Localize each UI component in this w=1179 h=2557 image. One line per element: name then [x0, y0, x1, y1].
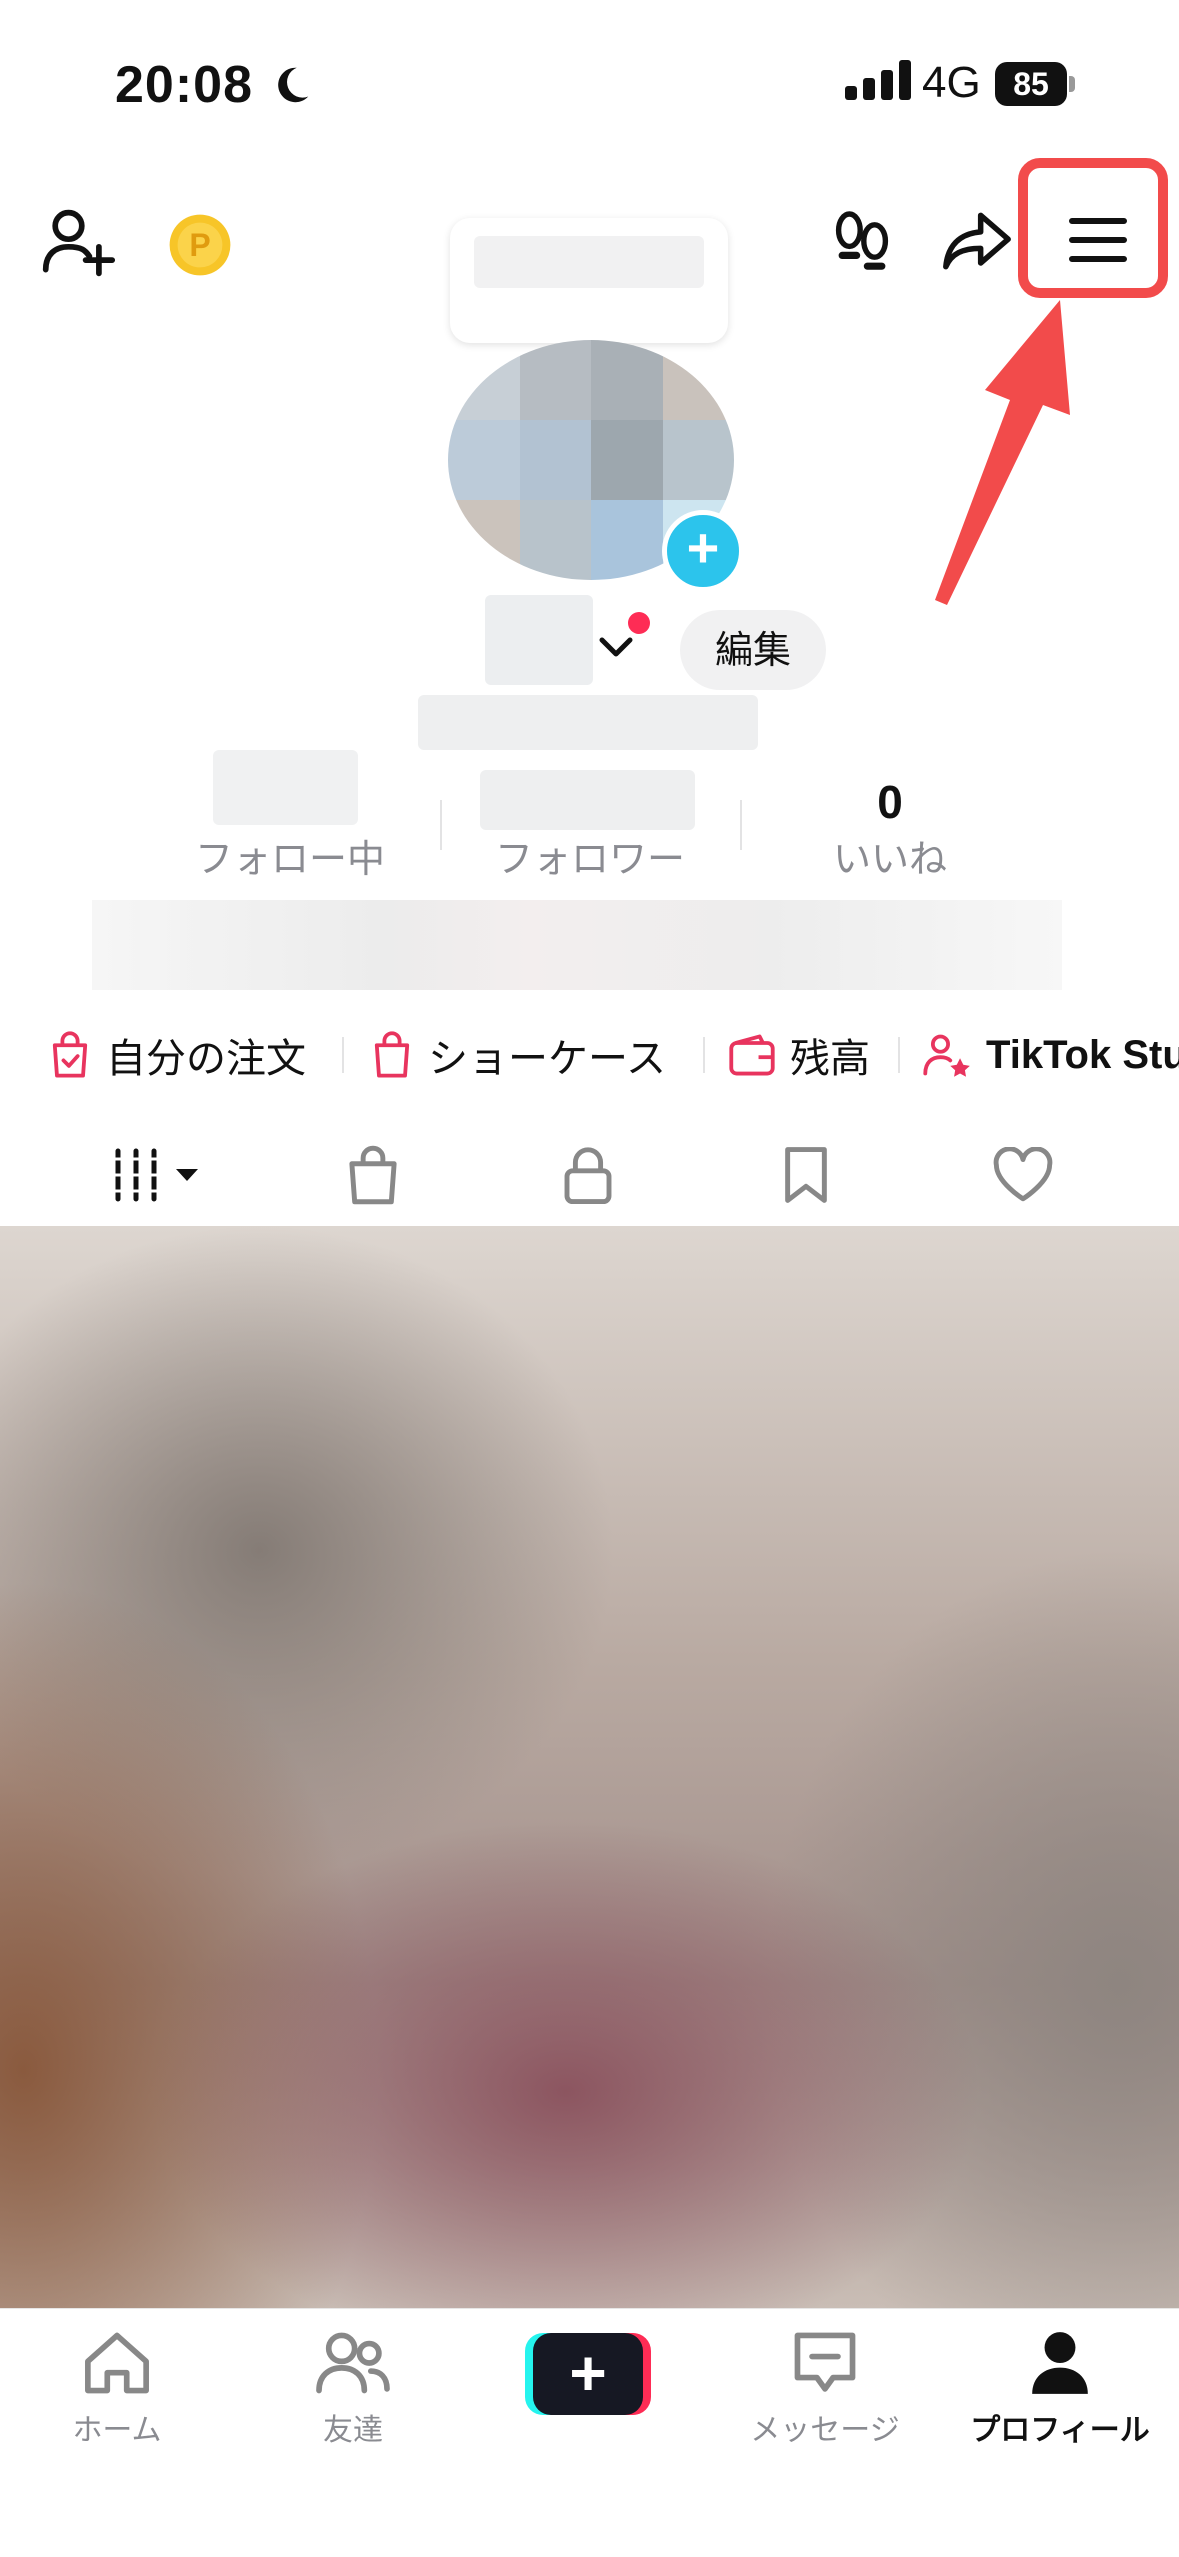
- coin-icon[interactable]: P: [168, 213, 232, 277]
- heart-icon: [993, 1147, 1053, 1202]
- video-thumbnail[interactable]: [0, 1226, 1179, 2308]
- account-switcher[interactable]: [450, 218, 728, 343]
- nav-label: プロフィール: [970, 2413, 1150, 2448]
- share-icon[interactable]: [940, 208, 1014, 274]
- shortcut-tiktok-studio[interactable]: TikTok Stu: [922, 1025, 1179, 1085]
- followers-count: [480, 770, 695, 830]
- lock-icon: [564, 1147, 612, 1205]
- create-button[interactable]: +: [525, 2333, 651, 2415]
- following-count: [213, 750, 358, 825]
- add-friend-icon[interactable]: [40, 205, 116, 281]
- footprints-icon[interactable]: [826, 205, 898, 277]
- svg-text:P: P: [189, 227, 210, 263]
- shortcut-label: 自分の注文: [106, 1036, 306, 1082]
- hamburger-menu-icon[interactable]: [1068, 215, 1128, 265]
- battery-level: 85: [995, 62, 1067, 106]
- nav-home[interactable]: ホーム: [17, 2329, 217, 2449]
- nav-label: 友達: [323, 2413, 383, 2448]
- bookmark-icon: [785, 1147, 827, 1203]
- profile-icon: [1032, 2332, 1088, 2394]
- bottom-nav: ホーム 友達 + メッセージ プロフィール: [0, 2308, 1179, 2557]
- shop-bag-icon: [349, 1145, 397, 1205]
- chevron-down-icon[interactable]: [596, 632, 636, 662]
- add-photo-button[interactable]: +: [662, 510, 744, 592]
- user-star-icon: [923, 1034, 970, 1077]
- message-icon: [794, 2332, 856, 2392]
- signal-icon: [845, 60, 917, 100]
- shortcut-balance[interactable]: 残高: [728, 1025, 870, 1085]
- friends-icon: [316, 2332, 390, 2394]
- username: [485, 595, 593, 685]
- videos-grid-icon: [114, 1148, 198, 1202]
- status-time: 20:08: [115, 56, 253, 114]
- likes-label[interactable]: いいね: [790, 828, 990, 883]
- tab-shop[interactable]: [338, 1140, 408, 1210]
- following-label[interactable]: フォロー中: [180, 828, 400, 883]
- user-handle: [418, 695, 758, 750]
- tab-saved[interactable]: [771, 1140, 841, 1210]
- shortcut-my-orders[interactable]: 自分の注文: [48, 1025, 306, 1085]
- tab-liked[interactable]: [988, 1140, 1058, 1210]
- tab-private[interactable]: [553, 1140, 623, 1210]
- shortcut-label: 残高: [790, 1036, 870, 1082]
- showcase-bag-icon: [374, 1031, 410, 1078]
- nav-label: メッセージ: [750, 2413, 900, 2448]
- tab-videos[interactable]: [110, 1140, 210, 1210]
- nav-friends[interactable]: 友達: [253, 2329, 453, 2449]
- nav-label: ホーム: [72, 2413, 162, 2448]
- network-label: 4G: [922, 58, 981, 107]
- battery-icon: 85: [995, 62, 1075, 106]
- shortcut-showcase[interactable]: ショーケース: [370, 1025, 666, 1085]
- likes-count: 0: [877, 776, 903, 828]
- shortcut-label: ショーケース: [428, 1036, 666, 1082]
- create-plus-icon: +: [533, 2333, 643, 2415]
- wallet-icon: [729, 1034, 775, 1076]
- home-icon: [85, 2332, 149, 2394]
- order-bag-icon: [52, 1031, 88, 1078]
- moon-icon: [278, 67, 309, 103]
- followers-label[interactable]: フォロワー: [480, 828, 700, 883]
- bio-text: [92, 900, 1062, 990]
- nav-messages[interactable]: メッセージ: [725, 2329, 925, 2449]
- notification-dot: [628, 612, 650, 634]
- annotation-arrow: [935, 300, 1070, 605]
- nav-profile[interactable]: プロフィール: [960, 2329, 1160, 2449]
- edit-profile-button[interactable]: 編集: [680, 610, 826, 690]
- shortcut-label: TikTok Stu: [986, 1032, 1179, 1077]
